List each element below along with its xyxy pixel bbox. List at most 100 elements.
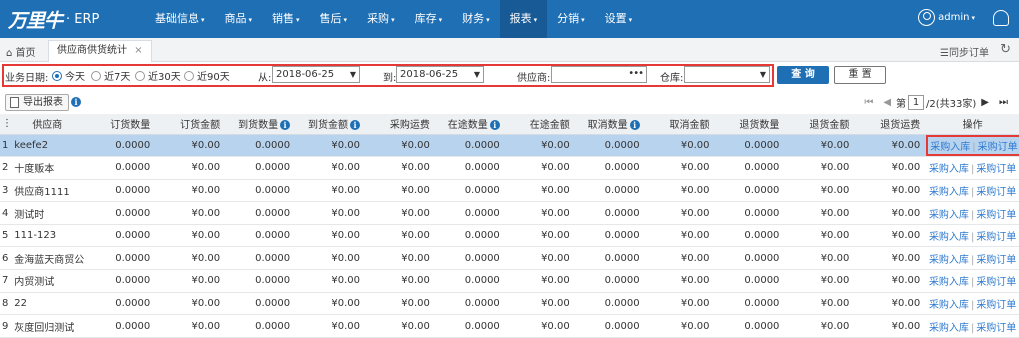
column-header[interactable]: 在途金额 [505, 114, 576, 135]
close-icon[interactable]: × [134, 45, 142, 56]
nav-item-6[interactable]: 财务 ▾ [452, 0, 500, 38]
table-row[interactable]: 2 十度贩本 0.0000 ¥0.00 0.0000 ¥0.00 ¥0.00 0.0000 ¥0… [0, 156, 1019, 180]
sync-orders-button[interactable]: ☰同步订单 [940, 44, 989, 59]
column-header[interactable]: 到货数量 i [226, 114, 297, 135]
nav-item-3[interactable]: 售后 ▾ [310, 0, 358, 38]
purchase-order-link[interactable]: 采购订单 [976, 323, 1016, 334]
column-header[interactable]: 退货金额 [785, 114, 856, 135]
nav-item-8[interactable]: 分销 ▾ [547, 0, 595, 38]
value-cell: 0.0000 [86, 201, 157, 225]
column-header[interactable]: 取消数量 i [575, 114, 646, 135]
purchase-order-link[interactable]: 采购订单 [978, 142, 1018, 153]
value-cell: ¥0.00 [365, 269, 436, 293]
next-page-icon[interactable]: ▶ [981, 97, 989, 108]
column-header[interactable]: 供应商 [10, 114, 87, 135]
tab-label: 供应商供货统计 [57, 45, 127, 56]
value-cell: ¥0.00 [505, 179, 576, 203]
value-cell: ¥0.00 [785, 292, 856, 316]
value-cell: ¥0.00 [296, 224, 366, 248]
column-menu-icon[interactable]: ⋮ [0, 114, 12, 135]
purchase-order-link[interactable]: 采购订单 [976, 300, 1016, 311]
table-row[interactable]: 3 供应商1111 0.0000 ¥0.00 0.0000 ¥0.00 ¥0.00 0.000… [0, 179, 1019, 203]
purchase-order-link[interactable]: 采购订单 [976, 210, 1016, 221]
info-icon[interactable]: i [489, 120, 500, 131]
row-index: 1 [0, 134, 11, 158]
purchase-in-link[interactable]: 采购入库 [929, 300, 969, 311]
purchase-in-link[interactable]: 采购入库 [930, 142, 970, 153]
value-cell: 0.0000 [435, 156, 506, 180]
value-cell: ¥0.00 [785, 224, 856, 248]
radio-30days[interactable]: 近30天 [135, 68, 181, 83]
purchase-order-link[interactable]: 采购订单 [976, 187, 1016, 198]
column-header[interactable]: 到货金额 i [296, 114, 366, 135]
app-logo[interactable]: 万里牛 · ERP [8, 7, 100, 32]
purchase-order-link[interactable]: 采购订单 [976, 232, 1016, 243]
purchase-order-link[interactable]: 采购订单 [976, 164, 1016, 175]
column-header[interactable]: 退货数量 [715, 114, 786, 135]
page-input[interactable]: 1 [908, 95, 925, 110]
nav-item-5[interactable]: 库存 ▾ [405, 0, 453, 38]
purchase-in-link[interactable]: 采购入库 [929, 277, 969, 288]
nav-item-0[interactable]: 基础信息 ▾ [145, 0, 215, 38]
info-icon[interactable]: i [71, 97, 81, 107]
supplier-name-cell: 十度贩本 [10, 156, 87, 180]
column-header[interactable]: 取消金额 [645, 114, 716, 135]
prev-page-icon[interactable]: ◀ [883, 97, 891, 108]
headset-icon[interactable] [993, 10, 1009, 26]
table-row[interactable]: 7 内贸测试 0.0000 ¥0.00 0.0000 ¥0.00 ¥0.00 0.0000 ¥0… [0, 269, 1019, 293]
supplier-input[interactable]: ••• [551, 66, 647, 83]
refresh-icon[interactable]: ↻ [1000, 42, 1011, 57]
radio-today[interactable]: 今天 [52, 68, 85, 83]
purchase-in-link[interactable]: 采购入库 [929, 232, 969, 243]
info-icon[interactable]: i [280, 120, 291, 131]
first-page-icon[interactable]: ⏮ [864, 97, 873, 108]
tab-home[interactable]: ⌂ 首页 [6, 44, 36, 59]
table-row[interactable]: 5 111-123 0.0000 ¥0.00 0.0000 ¥0.00 ¥0.00 0.000… [0, 224, 1019, 248]
nav-item-7[interactable]: 报表 ▾ [499, 0, 548, 38]
chevron-down-icon: ▾ [581, 16, 585, 24]
column-header[interactable]: 采购运费 [365, 114, 436, 135]
purchase-order-link[interactable]: 采购订单 [976, 255, 1016, 266]
user-menu[interactable]: admin ▾ [918, 9, 975, 26]
column-header[interactable]: 操作 [926, 114, 1019, 135]
purchase-in-link[interactable]: 采购入库 [929, 255, 969, 266]
column-header[interactable]: 退货运费 [855, 114, 927, 135]
purchase-in-link[interactable]: 采购入库 [929, 323, 969, 334]
column-header[interactable]: 订货金额 [156, 114, 227, 135]
value-cell: ¥0.00 [156, 292, 227, 316]
value-cell: ¥0.00 [296, 292, 366, 316]
chevron-down-icon: ▾ [628, 16, 633, 24]
purchase-in-link[interactable]: 采购入库 [929, 210, 969, 221]
export-report-button[interactable]: 导出报表 [5, 94, 69, 111]
table-row[interactable]: 6 金海蓝天商贸公 0.0000 ¥0.00 0.0000 ¥0.00 ¥0.00 0.000… [0, 246, 1019, 271]
purchase-order-link[interactable]: 采购订单 [976, 277, 1016, 288]
query-button[interactable]: 查 询 [777, 66, 829, 84]
nav-item-4[interactable]: 采购 ▾ [357, 0, 405, 38]
info-icon[interactable]: i [349, 120, 360, 131]
value-cell: ¥0.00 [855, 134, 927, 158]
value-cell: ¥0.00 [156, 246, 227, 271]
radio-90days[interactable]: 近90天 [184, 68, 230, 83]
table-row[interactable]: 8 22 0.0000 ¥0.00 0.0000 ¥0.00 ¥0.00 0.0000 ¥0.0… [0, 292, 1019, 316]
warehouse-select[interactable]: ▼ [684, 66, 770, 83]
table-row[interactable]: 9 灰度回归测试 0.0000 ¥0.00 0.0000 ¥0.00 ¥0.00 0.0000… [0, 314, 1019, 338]
value-cell: 0.0000 [86, 179, 157, 203]
tab-supplier-stats[interactable]: 供应商供货统计 × [48, 40, 152, 62]
column-header[interactable]: 在途数量 i [435, 114, 506, 135]
column-header[interactable]: 订货数量 [86, 114, 157, 135]
last-page-icon[interactable]: ⏭ [999, 97, 1008, 108]
radio-7days[interactable]: 近7天 [91, 68, 130, 83]
purchase-in-link[interactable]: 采购入库 [929, 187, 969, 198]
logo-text: · ERP [66, 11, 100, 27]
nav-item-9[interactable]: 设置 ▾ [595, 0, 643, 38]
value-cell: ¥0.00 [645, 292, 716, 316]
info-icon[interactable]: i [629, 120, 640, 131]
nav-item-2[interactable]: 销售 ▾ [262, 0, 310, 38]
table-row[interactable]: 4 测试时 0.0000 ¥0.00 0.0000 ¥0.00 ¥0.00 0.0000 ¥0.… [0, 201, 1019, 225]
from-date-select[interactable]: 2018-06-25 ▼ [272, 66, 360, 83]
nav-item-1[interactable]: 商品 ▾ [215, 0, 263, 38]
reset-button[interactable]: 重 置 [834, 66, 886, 84]
table-row[interactable]: 1 keefe2 0.0000 ¥0.00 0.0000 ¥0.00 ¥0.00 0.0000… [0, 134, 1019, 158]
purchase-in-link[interactable]: 采购入库 [929, 164, 969, 175]
to-date-select[interactable]: 2018-06-25 ▼ [396, 66, 484, 83]
